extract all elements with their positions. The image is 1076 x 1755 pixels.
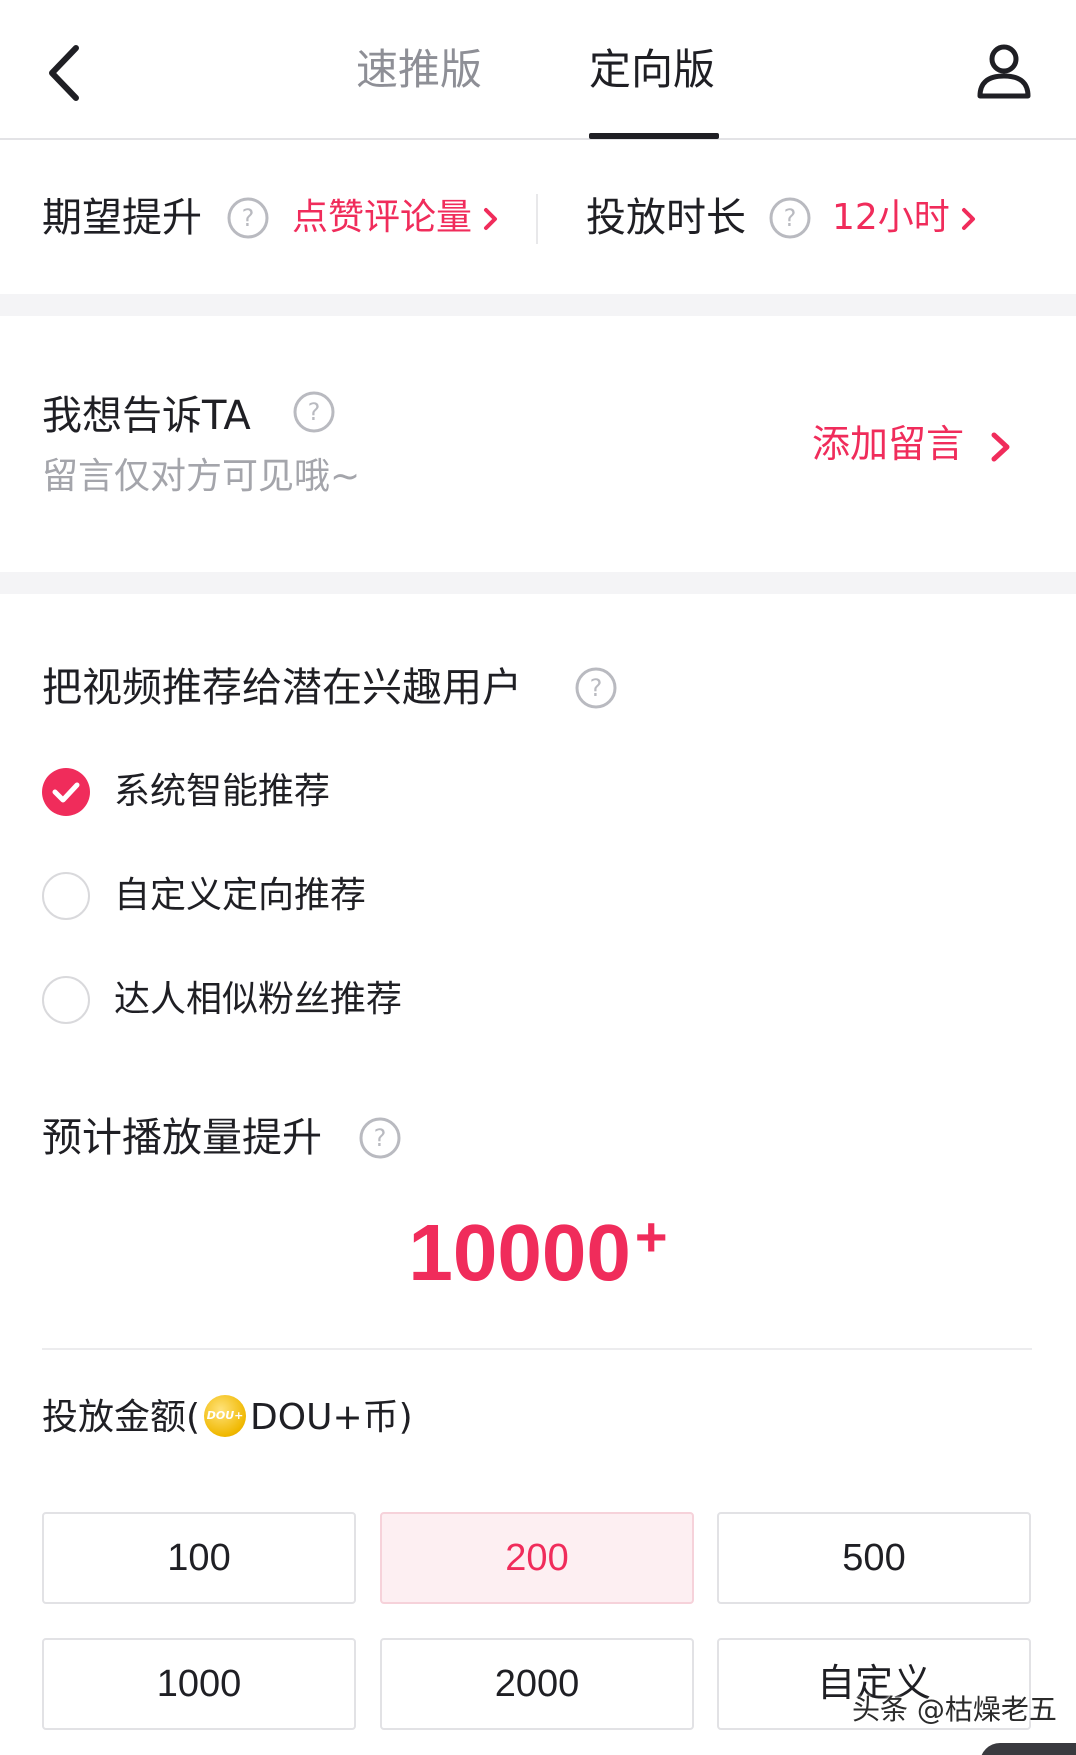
amount-option-500[interactable]: 500 <box>717 1512 1031 1604</box>
svg-text:?: ? <box>242 204 255 232</box>
floating-pill <box>980 1743 1076 1755</box>
boost-settings-row: 期望提升 ? 点赞评论量 投放时长 ? 12小时 <box>0 142 1076 294</box>
message-subtitle: 留言仅对方可见哦~ <box>42 456 361 497</box>
divider <box>42 1348 1032 1350</box>
option-label: 系统智能推荐 <box>114 771 331 812</box>
section-divider <box>0 572 1076 594</box>
watermark: 头条 @枯燥老五 <box>852 1693 1057 1726</box>
question-circle-icon[interactable]: ? <box>358 1116 402 1160</box>
question-circle-icon[interactable]: ? <box>768 196 812 240</box>
estimate-title: 预计播放量提升 <box>42 1115 322 1161</box>
question-circle-icon[interactable]: ? <box>292 390 336 434</box>
add-message-label: 添加留言 <box>812 422 965 466</box>
targeting-title: 把视频推荐给潜在兴趣用户 <box>42 665 522 711</box>
amount-option-1000[interactable]: 1000 <box>42 1638 356 1730</box>
question-circle-icon[interactable]: ? <box>574 666 618 710</box>
vertical-divider <box>536 194 538 244</box>
chevron-right-icon <box>961 208 975 230</box>
dou-plus-page: 速推版 定向版 期望提升 ? 点赞评论量 投放时长 ? 12小时 我想告诉TA <box>0 0 1076 1755</box>
amount-option-100[interactable]: 100 <box>42 1512 356 1604</box>
chevron-right-icon <box>991 432 1010 461</box>
amount-option-200[interactable]: 200 <box>380 1512 694 1604</box>
estimate-plus: + <box>634 1205 668 1268</box>
svg-text:?: ? <box>784 204 797 232</box>
estimated-views-value: 10000+ <box>0 1198 1076 1308</box>
svg-text:?: ? <box>374 1124 387 1152</box>
estimate-number: 10000 <box>408 1208 631 1297</box>
option-similar-fans[interactable]: 达人相似粉丝推荐 <box>42 972 482 1028</box>
message-section: 我想告诉TA ? 留言仅对方可见哦~ 添加留言 <box>0 316 1076 572</box>
check-circle-icon[interactable] <box>42 768 90 816</box>
option-label: 达人相似粉丝推荐 <box>114 979 403 1020</box>
question-circle-icon[interactable]: ? <box>226 196 270 240</box>
amount-title-suffix: DOU+币) <box>250 1397 413 1438</box>
duration-selector[interactable]: 12小时 <box>832 190 978 246</box>
user-icon[interactable] <box>972 40 1036 104</box>
svg-text:?: ? <box>590 674 603 702</box>
option-custom-targeting[interactable]: 自定义定向推荐 <box>42 868 442 924</box>
radio-empty-icon[interactable] <box>42 976 90 1024</box>
tab-targeted-version[interactable]: 定向版 <box>589 40 715 100</box>
chevron-right-icon <box>484 208 498 230</box>
section-divider <box>0 294 1076 316</box>
active-tab-indicator <box>589 133 719 139</box>
amount-option-2000[interactable]: 2000 <box>380 1638 694 1730</box>
svg-text:?: ? <box>308 398 321 426</box>
expect-boost-label: 期望提升 <box>42 195 202 241</box>
add-message-button[interactable]: 添加留言 <box>812 416 1012 472</box>
dou-coin-icon: DOU+ <box>204 1395 247 1437</box>
chevron-left-icon[interactable] <box>38 38 98 108</box>
top-nav-bar: 速推版 定向版 <box>0 0 1076 140</box>
duration-value: 12小时 <box>832 197 950 238</box>
expect-boost-selector[interactable]: 点赞评论量 <box>292 190 500 246</box>
tab-fast-version[interactable]: 速推版 <box>356 40 482 100</box>
option-system-smart[interactable]: 系统智能推荐 <box>42 764 442 820</box>
duration-label: 投放时长 <box>586 195 746 241</box>
amount-title: 投放金额(DOU+ DOU+币) <box>42 1390 413 1446</box>
option-label: 自定义定向推荐 <box>114 875 367 916</box>
amount-title-prefix: 投放金额( <box>42 1397 201 1438</box>
expect-boost-value: 点赞评论量 <box>292 197 473 238</box>
message-title: 我想告诉TA <box>42 393 251 439</box>
radio-empty-icon[interactable] <box>42 872 90 920</box>
